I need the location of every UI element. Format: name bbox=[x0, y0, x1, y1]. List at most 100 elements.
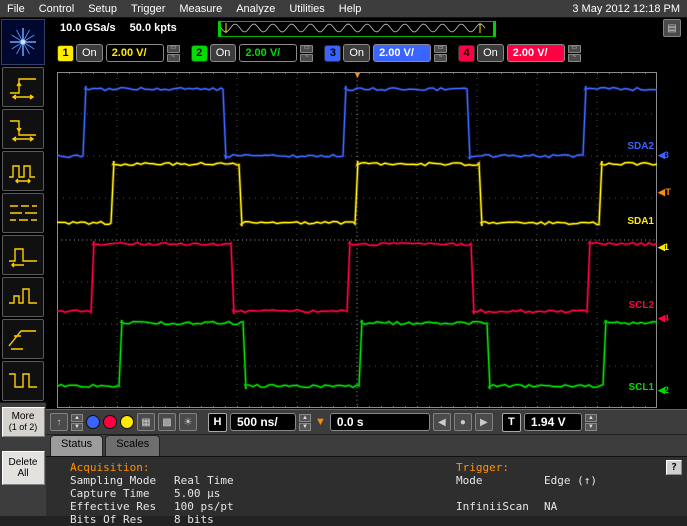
horizontal-badge: H bbox=[208, 413, 227, 432]
trigger-row-1: InfiniiScanNA bbox=[456, 500, 597, 513]
waveform-plot bbox=[57, 72, 657, 408]
acquisition-label: Capture Time bbox=[70, 487, 174, 500]
marker-yellow-button[interactable] bbox=[120, 415, 134, 429]
preview-waveform-icon bbox=[221, 22, 487, 34]
trace-label-sda1[interactable]: SDA1 bbox=[627, 216, 654, 227]
channel-1-coupling-icon[interactable]: ▭ bbox=[167, 45, 180, 53]
more-button[interactable]: More (1 of 2) bbox=[2, 407, 45, 437]
panel-toggle-icon[interactable]: ▤ bbox=[663, 19, 681, 37]
channel-1-badge[interactable]: 1 bbox=[58, 46, 73, 61]
status-panel: Acquisition: Sampling ModeReal TimeCaptu… bbox=[46, 456, 687, 516]
acquisition-header: Acquisition: bbox=[70, 461, 234, 474]
channel-4-ac-icon[interactable]: ~ bbox=[568, 54, 581, 62]
acquisition-value: 5.00 µs bbox=[174, 487, 220, 500]
ground-marker-ch3[interactable]: ◀3 bbox=[658, 150, 668, 161]
body: More (1 of 2) Delete All 10.0 GSa/s 50.0… bbox=[0, 18, 687, 516]
trigger-header: Trigger: bbox=[456, 461, 597, 474]
channel-2-scale-button[interactable]: 2.00 V/ bbox=[239, 44, 297, 62]
acquisition-value: Real Time bbox=[174, 474, 234, 487]
main-column: 10.0 GSa/s 50.0 kpts ▤ 1On2.00 V/▭~2On2.… bbox=[46, 18, 687, 516]
channel-4-coupling-icon[interactable]: ▭ bbox=[568, 45, 581, 53]
spin-down-icon[interactable]: ▼ bbox=[299, 423, 311, 431]
channel-2-badge[interactable]: 2 bbox=[192, 46, 207, 61]
menu-item-file[interactable]: File bbox=[0, 2, 32, 16]
trigger-level-spinner: ▲ ▼ bbox=[585, 414, 597, 431]
channel-3-scale-button[interactable]: 2.00 V/ bbox=[373, 44, 431, 62]
trigger-value: NA bbox=[544, 500, 557, 513]
zero-position-icon[interactable]: ● bbox=[454, 413, 472, 431]
channel-2-coupling-icon[interactable]: ▭ bbox=[300, 45, 313, 53]
runt-trigger-icon[interactable] bbox=[2, 277, 44, 317]
pan-right-icon[interactable]: ▶ bbox=[475, 413, 493, 431]
menu-item-trigger[interactable]: Trigger bbox=[124, 2, 172, 16]
edge-rising-trigger-icon[interactable] bbox=[2, 67, 44, 107]
menu-item-setup[interactable]: Setup bbox=[81, 2, 124, 16]
acquisition-label: Bits Of Res bbox=[70, 513, 174, 526]
marker-blue-button[interactable] bbox=[86, 415, 100, 429]
channel-3-on-button[interactable]: On bbox=[343, 44, 370, 62]
edge-edge-trigger-icon[interactable] bbox=[2, 361, 44, 401]
channel-1-ac-icon[interactable]: ~ bbox=[167, 54, 180, 62]
delete-all-button[interactable]: Delete All bbox=[2, 451, 45, 485]
pattern-trigger-icon[interactable] bbox=[2, 193, 44, 233]
touch-icon[interactable]: ↑ bbox=[50, 413, 68, 431]
help-button[interactable]: ? bbox=[666, 460, 682, 475]
sidebar-icon-list bbox=[1, 18, 45, 402]
brightness-icon[interactable]: ☀ bbox=[179, 413, 197, 431]
trace-label-sda2[interactable]: SDA2 bbox=[627, 141, 654, 152]
trigger-position-icon[interactable]: ▼ bbox=[314, 416, 327, 428]
channel-4-on-button[interactable]: On bbox=[477, 44, 504, 62]
channel-1-scale-button[interactable]: 2.00 V/ bbox=[106, 44, 164, 62]
more-button-sublabel: (1 of 2) bbox=[3, 422, 44, 433]
app-logo-icon[interactable] bbox=[1, 19, 45, 65]
channel-3-mini-buttons: ▭~ bbox=[434, 45, 447, 62]
channel-3-coupling-icon[interactable]: ▭ bbox=[434, 45, 447, 53]
channel-2-ac-icon[interactable]: ~ bbox=[300, 54, 313, 62]
display-settings-icon[interactable]: ▦ bbox=[137, 413, 155, 431]
delete-button-line1: Delete bbox=[3, 457, 44, 468]
oscilloscope-window: FileControlSetupTriggerMeasureAnalyzeUti… bbox=[0, 0, 687, 516]
menu-item-measure[interactable]: Measure bbox=[172, 2, 229, 16]
trigger-level-display[interactable]: 1.94 V bbox=[524, 413, 582, 431]
rise-time-trigger-icon[interactable] bbox=[2, 319, 44, 359]
trigger-sidebar: More (1 of 2) Delete All bbox=[0, 18, 46, 516]
spin-up-icon[interactable]: ▲ bbox=[585, 414, 597, 422]
spin-up-icon[interactable]: ▲ bbox=[71, 414, 83, 422]
menu-item-analyze[interactable]: Analyze bbox=[229, 2, 282, 16]
timebase-position-display[interactable]: 0.0 s bbox=[330, 413, 430, 431]
spin-down-icon[interactable]: ▼ bbox=[585, 423, 597, 431]
trigger-row-0: ModeEdge (↑) bbox=[456, 474, 597, 487]
ground-marker-ch2[interactable]: ◀2 bbox=[658, 385, 668, 396]
ground-marker-ch4[interactable]: ◀4 bbox=[658, 313, 668, 324]
spin-down-icon[interactable]: ▼ bbox=[71, 423, 83, 431]
more-button-label: More bbox=[3, 411, 44, 422]
acquisition-preview[interactable] bbox=[218, 21, 496, 37]
pan-left-icon[interactable]: ◀ bbox=[433, 413, 451, 431]
pulse-width-trigger-icon[interactable] bbox=[2, 151, 44, 191]
edge-falling-trigger-icon[interactable] bbox=[2, 109, 44, 149]
channel-2-controls: 2On2.00 V/▭~ bbox=[192, 44, 314, 62]
glitch-trigger-icon[interactable] bbox=[2, 235, 44, 275]
trigger-position-marker[interactable]: ▼ bbox=[353, 70, 362, 80]
channel-2-on-button[interactable]: On bbox=[210, 44, 237, 62]
timebase-scale-display[interactable]: 500 ns/ bbox=[230, 413, 296, 431]
ground-marker-ch1[interactable]: ◀1 bbox=[658, 242, 668, 253]
trigger-level-marker[interactable]: ◀ T bbox=[658, 187, 670, 198]
channel-4-scale-button[interactable]: 2.00 V/ bbox=[507, 44, 565, 62]
waveform-settings-icon[interactable]: ▩ bbox=[158, 413, 176, 431]
spin-up-icon[interactable]: ▲ bbox=[299, 414, 311, 422]
menu-item-utilities[interactable]: Utilities bbox=[282, 2, 331, 16]
channel-1-on-button[interactable]: On bbox=[76, 44, 103, 62]
trace-label-scl2[interactable]: SCL2 bbox=[628, 300, 654, 311]
channel-3-ac-icon[interactable]: ~ bbox=[434, 54, 447, 62]
channel-4-badge[interactable]: 4 bbox=[459, 46, 474, 61]
acquisition-row-3: Bits Of Res8 bits bbox=[70, 513, 234, 526]
tab-status[interactable]: Status bbox=[50, 435, 103, 456]
trace-label-scl1[interactable]: SCL1 bbox=[628, 382, 654, 393]
menu-item-control[interactable]: Control bbox=[32, 2, 81, 16]
marker-red-button[interactable] bbox=[103, 415, 117, 429]
channel-3-badge[interactable]: 3 bbox=[325, 46, 340, 61]
menu-item-help[interactable]: Help bbox=[332, 2, 369, 16]
menu-bar: FileControlSetupTriggerMeasureAnalyzeUti… bbox=[0, 0, 687, 18]
tab-scales[interactable]: Scales bbox=[105, 435, 160, 456]
